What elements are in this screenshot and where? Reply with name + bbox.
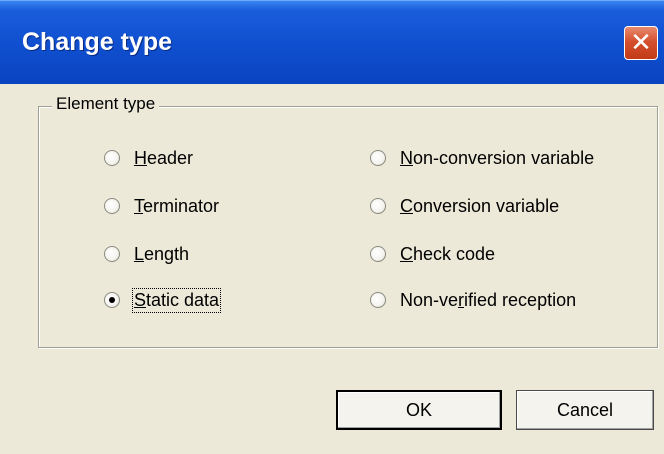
- radio-label-non-verified-reception: Non-verified reception: [400, 289, 577, 310]
- radio-non-conversion-variable[interactable]: Non-conversion variable: [370, 145, 594, 171]
- ok-button[interactable]: OK: [336, 390, 502, 430]
- radio-circle[interactable]: [370, 150, 386, 166]
- radio-terminator[interactable]: Terminator: [104, 193, 219, 219]
- radio-label-terminator: Terminator: [134, 195, 220, 216]
- radio-label-non-conversion-variable: Non-conversion variable: [400, 147, 595, 168]
- close-button[interactable]: ✕: [624, 26, 658, 60]
- radio-label-static-data: Static data: [131, 287, 222, 313]
- radio-static-data[interactable]: Static data: [104, 287, 222, 313]
- radio-length[interactable]: Length: [104, 241, 189, 267]
- radio-check-code[interactable]: Check code: [370, 241, 495, 267]
- radio-circle[interactable]: [370, 292, 386, 308]
- radio-label-header: Header: [134, 147, 194, 168]
- radio-label-check-code: Check code: [400, 243, 496, 264]
- cancel-button[interactable]: Cancel: [516, 390, 654, 430]
- window-title: Change type: [22, 28, 173, 56]
- element-type-group-label: Element type: [52, 94, 160, 114]
- radio-circle-selected[interactable]: [104, 292, 120, 308]
- radio-circle[interactable]: [370, 198, 386, 214]
- radio-label-length: Length: [134, 243, 190, 264]
- title-bar[interactable]: Change type ✕: [0, 0, 664, 84]
- radio-conversion-variable[interactable]: Conversion variable: [370, 193, 559, 219]
- radio-circle[interactable]: [104, 246, 120, 262]
- radio-header[interactable]: Header: [104, 145, 193, 171]
- radio-circle[interactable]: [370, 246, 386, 262]
- radio-circle[interactable]: [104, 198, 120, 214]
- radio-non-verified-reception[interactable]: Non-verified reception: [370, 287, 576, 313]
- dialog-body: Element type Header Terminator Length St…: [0, 84, 664, 454]
- radio-label-conversion-variable: Conversion variable: [400, 195, 560, 216]
- close-icon: ✕: [630, 28, 652, 58]
- radio-circle[interactable]: [104, 150, 120, 166]
